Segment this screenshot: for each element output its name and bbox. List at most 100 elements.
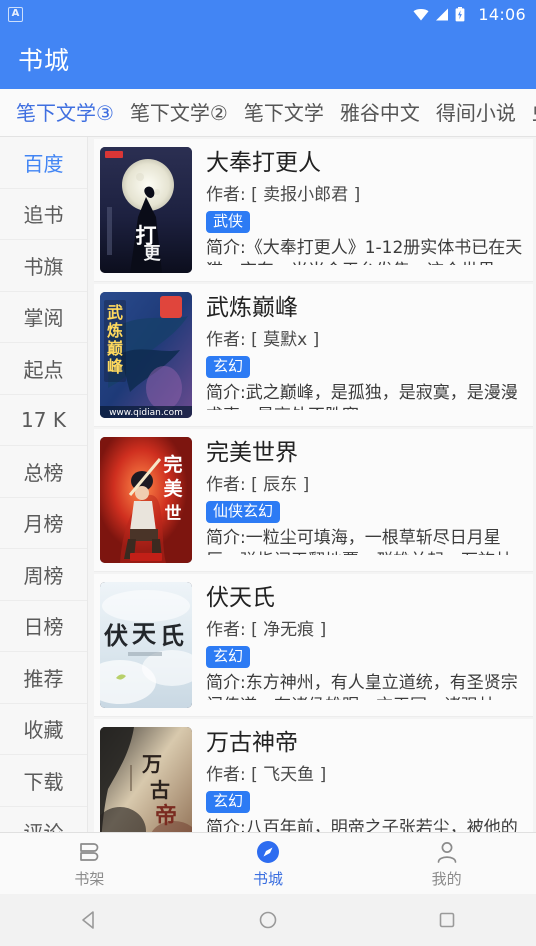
book-tag-row: 玄幻 bbox=[206, 788, 527, 813]
sidebar-item-11[interactable]: 收藏 bbox=[0, 703, 87, 755]
bottom-nav-label: 我的 bbox=[431, 869, 462, 888]
person-icon bbox=[434, 839, 460, 865]
recents-button[interactable] bbox=[357, 909, 536, 931]
book-title: 万古神帝 bbox=[206, 730, 298, 756]
svg-text:万: 万 bbox=[141, 752, 162, 776]
battery-charging-icon bbox=[455, 6, 465, 22]
tab-source-2[interactable]: 笔下文学 bbox=[236, 89, 332, 136]
system-navigation-bar bbox=[0, 894, 536, 946]
bottom-navigation[interactable]: 书架 书城 我的 bbox=[0, 832, 536, 894]
sidebar-item-3[interactable]: 掌阅 bbox=[0, 291, 87, 343]
svg-text:更: 更 bbox=[144, 244, 162, 264]
sidebar-item-4[interactable]: 起点 bbox=[0, 343, 87, 395]
sidebar-item-2[interactable]: 书旗 bbox=[0, 240, 87, 292]
book-list-item[interactable]: 武 炼 巅 峰 www.qidian.com 武炼巅峰 作者: [ 莫默x ] 玄幻… bbox=[94, 284, 533, 427]
book-description: 简介:东方神州，有人皇立道统，有圣贤宗门传道，有诸侯雄踞一方王国，诸强林立，神 bbox=[206, 673, 518, 700]
content-area: 百度追书书旗掌阅起点17 K总榜月榜周榜日榜推荐收藏下载评论 打 更 大奉打更人… bbox=[0, 137, 536, 832]
bottom-nav-label: 书架 bbox=[74, 869, 105, 888]
cover-wanmei-shijie[interactable]: 完 美 世 bbox=[100, 437, 192, 563]
svg-text:美: 美 bbox=[163, 477, 183, 500]
book-info: 大奉打更人作者: [ 卖报小郎君 ] 武侠简介:《大奉打更人》1-12册实体书已在… bbox=[206, 147, 527, 281]
category-sidebar[interactable]: 百度追书书旗掌阅起点17 K总榜月榜周榜日榜推荐收藏下载评论 bbox=[0, 137, 88, 832]
book-genre-badge[interactable]: 武侠 bbox=[206, 211, 251, 233]
cover-wulian-dianfeng[interactable]: 武 炼 巅 峰 www.qidian.com bbox=[100, 292, 192, 418]
book-info: 万古神帝作者: [ 飞天鱼 ] 玄幻简介:八百年前，明帝之子张若尘，被他的未 bbox=[206, 727, 527, 832]
sidebar-item-1[interactable]: 追书 bbox=[0, 188, 87, 240]
app-root: A 14:06 书城 笔下文学③笔下文学②笔下文学雅谷中文得间小说虫 bbox=[0, 0, 536, 946]
tab-source-3[interactable]: 雅谷中文 bbox=[332, 89, 428, 136]
signal-icon bbox=[435, 8, 449, 21]
book-list-item[interactable]: 打 更 大奉打更人作者: [ 卖报小郎君 ] 武侠简介:《大奉打更人》1-12册实… bbox=[94, 139, 533, 282]
svg-text:帝: 帝 bbox=[155, 803, 177, 829]
book-tag-row: 武侠 bbox=[206, 208, 527, 233]
book-author: 作者: [ 卖报小郎君 ] bbox=[206, 185, 361, 205]
svg-text:峰: 峰 bbox=[107, 357, 124, 376]
cover-wangu-shendi[interactable]: 万 古 帝 bbox=[100, 727, 192, 832]
book-list-item[interactable]: 伏 天 氏 伏天氏 作者: [ 净无痕 ] 玄幻 简介:东方神州，有人皇立道统，有圣贤… bbox=[94, 574, 533, 717]
svg-text:世: 世 bbox=[165, 504, 182, 524]
book-title: 伏天氏 bbox=[206, 585, 275, 611]
tab-source-0[interactable]: 笔下文学③ bbox=[8, 89, 122, 136]
book-title: 大奉打更人 bbox=[206, 150, 321, 176]
book-list-item[interactable]: 完 美 世 完美世界 作者: [ 辰东 ] 仙侠玄幻 简介:一粒尘可填海，一根草斩尽日… bbox=[94, 429, 533, 572]
source-tab-strip[interactable]: 笔下文学③笔下文学②笔下文学雅谷中文得间小说虫 bbox=[0, 89, 536, 137]
book-description: 简介:《大奉打更人》1-12册实体书已在天猫、京东、当当会平台发售。这个世界，有 bbox=[206, 238, 523, 265]
home-button[interactable] bbox=[179, 909, 358, 931]
book-info: 伏天氏作者: [ 净无痕 ] 玄幻简介:东方神州，有人皇立道统，有圣贤宗门传道，有… bbox=[206, 582, 527, 716]
wifi-icon bbox=[413, 8, 429, 21]
sidebar-item-10[interactable]: 推荐 bbox=[0, 652, 87, 704]
status-bar-clock: 14:06 bbox=[478, 4, 526, 24]
svg-text:炼: 炼 bbox=[107, 321, 123, 340]
page-title: 书城 bbox=[18, 45, 71, 75]
sidebar-item-8[interactable]: 周榜 bbox=[0, 549, 87, 601]
bottom-nav-item-2[interactable]: 我的 bbox=[357, 839, 536, 889]
triangle-back-icon bbox=[82, 911, 95, 929]
svg-text:氏: 氏 bbox=[160, 622, 184, 650]
sidebar-item-7[interactable]: 月榜 bbox=[0, 497, 87, 549]
book-tag-row: 仙侠玄幻 bbox=[206, 498, 527, 523]
tab-source-4[interactable]: 得间小说 bbox=[428, 89, 524, 136]
book-author: 作者: [ 辰东 ] bbox=[206, 475, 310, 495]
sidebar-item-12[interactable]: 下载 bbox=[0, 755, 87, 807]
svg-text:古: 古 bbox=[150, 778, 170, 802]
book-genre-badge[interactable]: 玄幻 bbox=[206, 791, 251, 813]
bottom-nav-item-1[interactable]: 书城 bbox=[179, 839, 358, 889]
status-bar-icons: 14:06 bbox=[413, 5, 526, 24]
book-author: 作者: [ 净无痕 ] bbox=[206, 620, 327, 640]
book-genre-badge[interactable]: 玄幻 bbox=[206, 356, 251, 378]
svg-text:武: 武 bbox=[107, 303, 123, 322]
svg-text:天: 天 bbox=[132, 620, 156, 648]
book-author: 作者: [ 飞天鱼 ] bbox=[206, 765, 327, 785]
svg-text:www.qidian.com: www.qidian.com bbox=[109, 408, 183, 418]
tab-source-1[interactable]: 笔下文学② bbox=[122, 89, 236, 136]
book-list-item[interactable]: 万 古 帝 万古神帝 作者: [ 飞天鱼 ] 玄幻 简介:八百年前，明帝之子张若尘，被… bbox=[94, 719, 533, 832]
sidebar-item-13[interactable]: 评论 bbox=[0, 806, 87, 832]
bottom-nav-item-0[interactable]: 书架 bbox=[0, 839, 179, 889]
bottom-nav-label: 书城 bbox=[253, 869, 284, 888]
circle-home-icon bbox=[259, 911, 277, 929]
app-letter-a-icon: A bbox=[8, 6, 23, 22]
compass-icon bbox=[255, 839, 281, 865]
sidebar-item-0[interactable]: 百度 bbox=[0, 137, 87, 189]
bookshelf-icon bbox=[76, 839, 102, 865]
svg-text:完: 完 bbox=[163, 453, 182, 476]
cover-futian-shi[interactable]: 伏 天 氏 bbox=[100, 582, 192, 708]
sidebar-item-9[interactable]: 日榜 bbox=[0, 600, 87, 652]
book-title: 武炼巅峰 bbox=[206, 295, 298, 321]
svg-text:伏: 伏 bbox=[104, 622, 128, 650]
book-list[interactable]: 打 更 大奉打更人作者: [ 卖报小郎君 ] 武侠简介:《大奉打更人》1-12册实… bbox=[88, 137, 536, 832]
square-recents-icon bbox=[439, 912, 454, 928]
sidebar-item-6[interactable]: 总榜 bbox=[0, 446, 87, 498]
book-info: 武炼巅峰作者: [ 莫默x ] 玄幻简介:武之巅峰，是孤独，是寂寞，是漫漫求索，是… bbox=[206, 292, 527, 426]
book-description: 简介:武之巅峰，是孤独，是寂寞，是漫漫求索，是高处不胜寒。 bbox=[206, 383, 518, 410]
book-author: 作者: [ 莫默x ] bbox=[206, 330, 320, 350]
book-genre-badge[interactable]: 玄幻 bbox=[206, 646, 251, 668]
book-genre-badge[interactable]: 仙侠玄幻 bbox=[206, 501, 281, 523]
book-description: 简介:一粒尘可填海，一根草斩尽日月星辰，弹指间天翻地覆，群雄并起，万族林立，诸 bbox=[206, 528, 512, 555]
status-bar: A 14:06 bbox=[0, 0, 536, 28]
cover-dafeng-dagengren[interactable]: 打 更 bbox=[100, 147, 192, 273]
tab-source-5[interactable]: 虫 bbox=[524, 89, 536, 136]
back-button[interactable] bbox=[0, 909, 179, 931]
svg-text:巅: 巅 bbox=[107, 339, 123, 358]
sidebar-item-5[interactable]: 17 K bbox=[0, 394, 87, 446]
